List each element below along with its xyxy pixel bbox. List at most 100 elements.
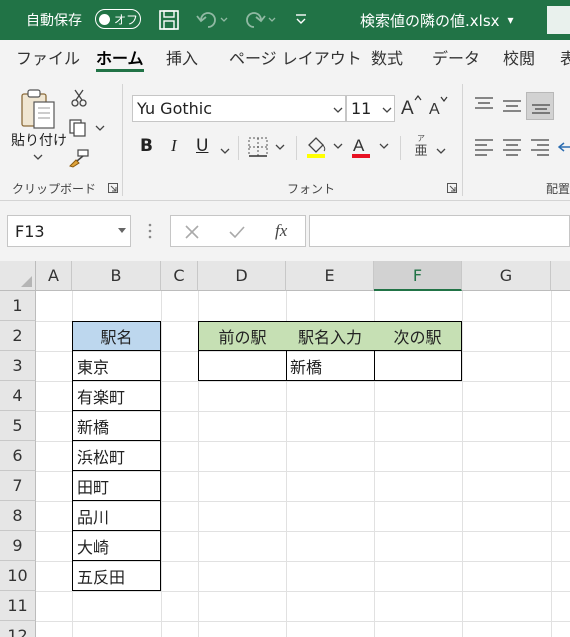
font-separator [238, 136, 239, 160]
row-header-3[interactable]: 3 [0, 351, 36, 381]
paste-dropdown-icon[interactable] [33, 150, 43, 165]
customize-qat-icon[interactable] [294, 11, 308, 27]
underline-button[interactable]: U [196, 136, 208, 156]
name-box-dropdown-icon[interactable] [118, 228, 126, 234]
row-header-6[interactable]: 6 [0, 441, 36, 471]
cell-b4[interactable]: 有楽町 [72, 381, 161, 411]
cell-b8[interactable]: 品川 [72, 501, 161, 531]
file-name-dropdown-icon: ▾ [507, 13, 514, 27]
save-icon[interactable] [158, 9, 180, 31]
select-all-icon [21, 276, 32, 287]
row-header-8[interactable]: 8 [0, 501, 36, 531]
phonetic-dropdown-icon[interactable] [436, 144, 446, 159]
copy-icon[interactable] [68, 118, 106, 142]
column-header-a[interactable]: A [36, 261, 72, 291]
font-color-icon[interactable]: A [350, 133, 394, 165]
column-header-h[interactable] [551, 261, 570, 291]
name-box[interactable]: F13 [7, 215, 131, 247]
font-size-dropdown-icon[interactable] [382, 106, 392, 114]
cell-b6[interactable]: 浜松町 [72, 441, 161, 471]
enter-icon[interactable] [228, 224, 246, 240]
column-header-b[interactable]: B [72, 261, 161, 291]
autosave-toggle[interactable]: オフ [95, 9, 141, 29]
font-launcher-icon[interactable] [447, 182, 457, 197]
row-header-5[interactable]: 5 [0, 411, 36, 441]
row-header-7[interactable]: 7 [0, 471, 36, 501]
font-size-box[interactable]: 11 [346, 95, 395, 122]
cell-f2-next-header[interactable]: 次の駅 [374, 321, 462, 351]
row-header-1[interactable]: 1 [0, 291, 36, 321]
bold-button[interactable]: B [140, 136, 153, 156]
align-middle-icon[interactable] [502, 96, 522, 118]
insert-function-icon[interactable]: fx [275, 221, 287, 241]
align-left-icon[interactable] [474, 138, 494, 160]
clipboard-launcher-icon[interactable] [108, 182, 118, 197]
font-separator [296, 136, 297, 160]
group-separator [122, 84, 123, 196]
italic-button[interactable]: I [171, 136, 177, 156]
tab-home[interactable]: ホーム [96, 40, 144, 78]
select-all-button[interactable] [0, 261, 36, 291]
row-header-11[interactable]: 11 [0, 591, 36, 621]
phonetic-guide-icon[interactable]: ア 亜 [410, 133, 432, 158]
gridline [551, 291, 552, 637]
cell-b10[interactable]: 五反田 [72, 561, 161, 591]
align-bottom-button[interactable] [526, 92, 554, 120]
name-box-value: F13 [15, 222, 45, 241]
cell-b2-station-header[interactable]: 駅名 [72, 321, 161, 351]
align-top-icon[interactable] [474, 96, 494, 118]
gridline [161, 291, 162, 637]
cancel-icon[interactable] [184, 224, 200, 240]
cell-f3-next-value[interactable] [374, 351, 462, 381]
row-header-10[interactable]: 10 [0, 561, 36, 591]
borders-icon[interactable] [248, 136, 290, 162]
tab-page-layout[interactable]: ページ レイアウト [229, 40, 362, 78]
column-header-f[interactable]: F [374, 261, 462, 291]
column-header-g[interactable]: G [462, 261, 551, 291]
cut-icon[interactable] [70, 88, 88, 112]
decrease-indent-icon[interactable] [557, 138, 570, 160]
font-name-box[interactable]: Yu Gothic [132, 95, 346, 122]
redo-icon[interactable] [244, 9, 278, 31]
paste-label[interactable]: 貼り付け [11, 130, 67, 150]
tab-view[interactable]: 表 [560, 40, 570, 78]
format-painter-icon[interactable] [68, 148, 90, 172]
column-header-d[interactable]: D [198, 261, 286, 291]
row-header-9[interactable]: 9 [0, 531, 36, 561]
autosave-state: オフ [114, 12, 139, 27]
drag-handle-icon[interactable] [148, 222, 152, 244]
formula-input[interactable] [309, 215, 570, 247]
tab-formulas[interactable]: 数式 [371, 40, 403, 78]
file-name[interactable]: 検索値の隣の値.xlsx ▾ [360, 0, 514, 40]
cell-e2-input-header[interactable]: 駅名入力 [286, 321, 375, 351]
cell-e3-input-value[interactable]: 新橋 [286, 351, 375, 381]
decrease-font-size-icon[interactable]: A [428, 94, 450, 122]
tab-insert[interactable]: 挿入 [166, 40, 198, 78]
tab-data[interactable]: データ [432, 40, 480, 78]
fill-color-icon[interactable] [304, 133, 348, 165]
ribbon-tabs: ファイル ホーム 挿入 ページ レイアウト 数式 データ 校閲 表 [0, 40, 570, 78]
cell-b5[interactable]: 新橋 [72, 411, 161, 441]
row-header-12[interactable]: 12 [0, 621, 36, 637]
cell-d3-prev-value[interactable] [198, 351, 287, 381]
tab-review[interactable]: 校閲 [503, 40, 535, 78]
cell-b7[interactable]: 田町 [72, 471, 161, 501]
search-box-edge[interactable] [547, 6, 570, 34]
row-header-2[interactable]: 2 [0, 321, 36, 351]
increase-font-size-icon[interactable]: A [400, 94, 422, 122]
cell-d2-prev-header[interactable]: 前の駅 [198, 321, 287, 351]
align-center-icon[interactable] [502, 138, 522, 160]
cell-b3[interactable]: 東京 [72, 351, 161, 381]
underline-dropdown-icon[interactable] [220, 144, 230, 159]
undo-icon[interactable] [196, 9, 230, 31]
cell-b9[interactable]: 大崎 [72, 531, 161, 561]
gridline [36, 621, 570, 622]
column-header-c[interactable]: C [161, 261, 198, 291]
align-right-icon[interactable] [530, 138, 550, 160]
column-header-e[interactable]: E [286, 261, 374, 291]
row-header-4[interactable]: 4 [0, 381, 36, 411]
font-name-dropdown-icon[interactable] [333, 106, 343, 114]
paste-icon[interactable] [18, 88, 58, 134]
tab-file[interactable]: ファイル [16, 40, 80, 78]
autosave-label: 自動保存 [26, 13, 82, 29]
